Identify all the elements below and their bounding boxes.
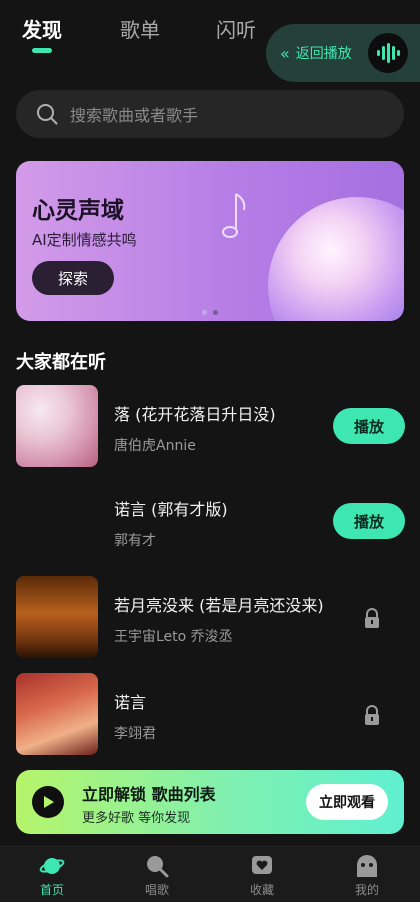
now-playing-wave-icon[interactable] (368, 33, 408, 73)
explore-button[interactable]: 探索 (32, 261, 114, 295)
song-artist: 王宇宙Leto 乔浚丞 (114, 629, 233, 645)
album-cover (16, 385, 98, 467)
microphone-icon (147, 856, 169, 878)
planet-illustration (268, 197, 404, 321)
banner-subtitle: AI定制情感共鸣 (32, 231, 137, 249)
banner-title: 心灵声域 (32, 198, 124, 224)
unlock-banner[interactable]: 立即解锁 歌曲列表 更多好歌 等你发现 立即观看 (16, 770, 404, 834)
lock-icon (365, 608, 379, 628)
bottom-nav: 首页 唱歌 收藏 我的 (0, 846, 420, 902)
song-row[interactable]: 若月亮没来 (若是月亮还没来) 王宇宙Leto 乔浚丞 (0, 576, 420, 658)
carousel-dots (202, 310, 218, 315)
nav-me[interactable]: 我的 (332, 853, 402, 898)
nav-label: 首页 (39, 883, 64, 897)
nav-sing[interactable]: 唱歌 (122, 853, 192, 898)
tab-quick-listen[interactable]: 闪听 (216, 14, 256, 43)
search-placeholder: 搜索歌曲或者歌手 (70, 106, 199, 125)
unlock-title: 立即解锁 歌曲列表 (82, 785, 216, 804)
nav-label: 我的 (354, 883, 379, 897)
song-title: 若月亮没来 (若是月亮还没来) (114, 596, 324, 615)
watch-now-button[interactable]: 立即观看 (306, 784, 388, 820)
album-cover (16, 576, 98, 658)
promo-banner[interactable]: 心灵声域 AI定制情感共鸣 探索 (16, 161, 404, 321)
return-play-label: 返回播放 (295, 46, 352, 62)
search-icon (37, 104, 58, 125)
song-artist: 郭有才 (114, 533, 156, 549)
album-cover (16, 673, 98, 755)
tab-discover[interactable]: 发现 (22, 14, 62, 43)
nav-favorites[interactable]: 收藏 (227, 853, 297, 898)
song-title: 落 (花开花落日升日没) (114, 405, 276, 424)
ghost-profile-icon (357, 855, 377, 877)
carousel-dot-active (213, 310, 218, 315)
nav-home[interactable]: 首页 (17, 853, 87, 898)
tab-playlist[interactable]: 歌单 (120, 14, 160, 43)
nav-label: 唱歌 (144, 883, 169, 897)
play-button[interactable]: 播放 (333, 503, 405, 539)
tab-underline (32, 48, 52, 53)
lock-icon (365, 705, 379, 725)
song-row[interactable]: 诺言 李翊君 (0, 673, 420, 755)
planet-icon (39, 858, 65, 874)
play-button[interactable]: 播放 (333, 408, 405, 444)
song-artist: 唐伯虎Annie (114, 438, 196, 454)
song-row[interactable]: 落 (花开花落日升日没) 唐伯虎Annie 播放 (0, 385, 420, 467)
double-chevron-left-icon: « (280, 43, 290, 63)
unlock-subtitle: 更多好歌 等你发现 (82, 811, 191, 826)
song-row[interactable]: 诺言 (郭有才版) 郭有才 播放 (0, 480, 420, 562)
music-note-icon (222, 193, 246, 238)
nav-label: 收藏 (249, 883, 274, 897)
play-icon (32, 786, 64, 818)
favorites-box-icon (252, 856, 272, 874)
song-title: 诺言 (114, 693, 147, 712)
song-title: 诺言 (郭有才版) (114, 500, 228, 519)
search-bar[interactable]: 搜索歌曲或者歌手 (16, 90, 404, 138)
song-artist: 李翊君 (114, 726, 156, 742)
carousel-dot (202, 310, 207, 315)
section-title: 大家都在听 (16, 352, 106, 373)
